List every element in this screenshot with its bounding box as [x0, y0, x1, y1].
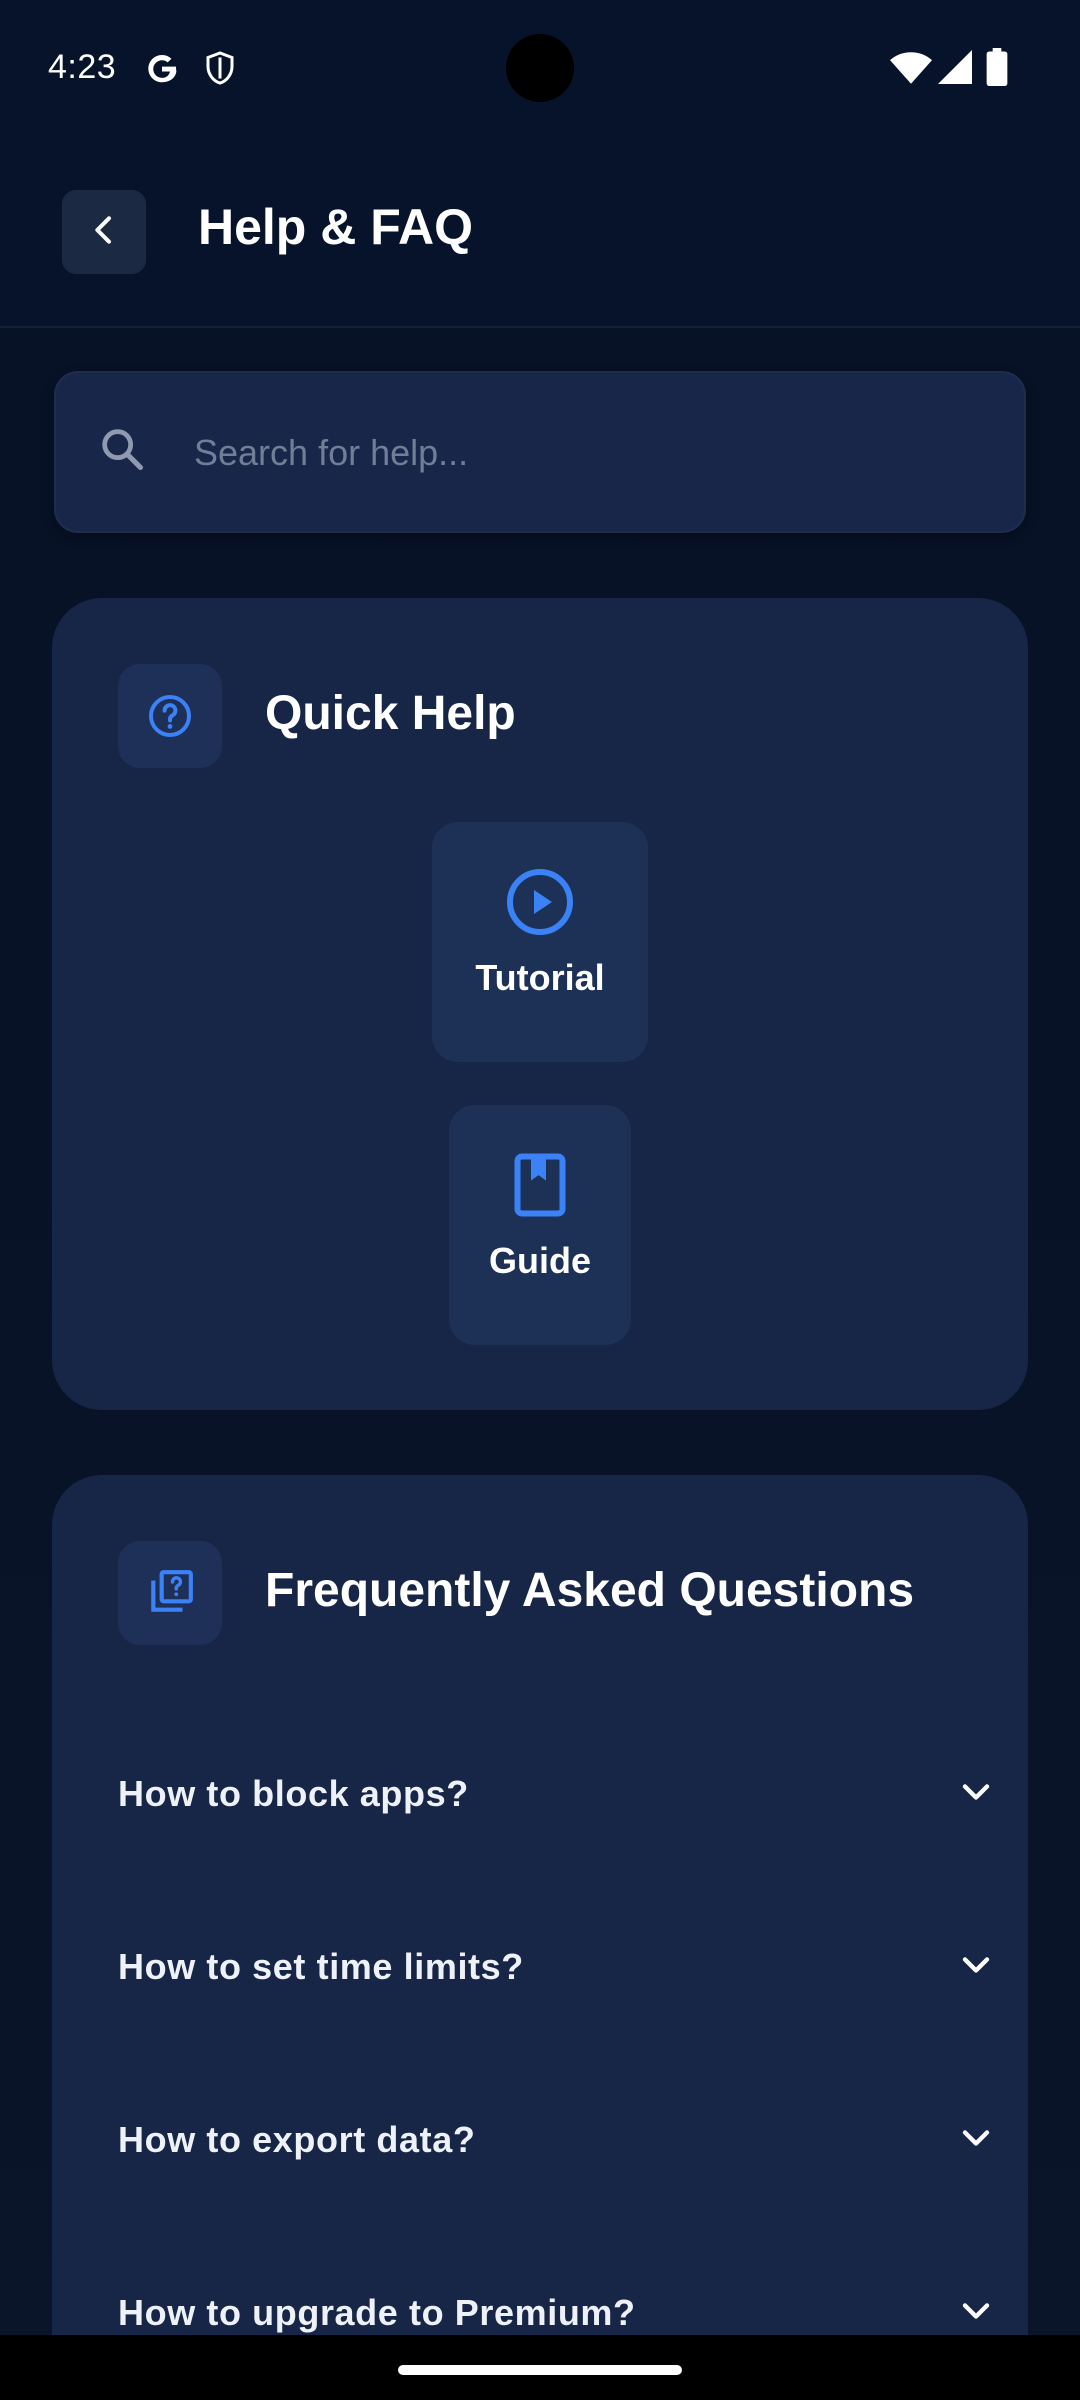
status-time: 4:23	[48, 48, 117, 86]
battery-icon	[986, 48, 1008, 91]
faq-question: How to export data?	[118, 2119, 476, 2160]
guide-button[interactable]: Guide	[449, 1105, 631, 1345]
search-icon	[96, 423, 148, 480]
faq-card: Frequently Asked Questions How to block …	[52, 1475, 1028, 2400]
tutorial-label: Tutorial	[475, 957, 605, 998]
book-icon	[504, 1149, 576, 1226]
faq-question: How to set time limits?	[118, 1946, 524, 1987]
chevron-left-icon	[84, 210, 124, 255]
app-bar: Help & FAQ	[0, 138, 1080, 328]
search-input[interactable]	[194, 413, 974, 493]
faq-question: How to upgrade to Premium?	[118, 2292, 636, 2333]
status-bar: 4:23	[0, 0, 1080, 138]
faq-item-time-limits[interactable]: How to set time limits?	[118, 1902, 998, 2032]
signal-icon	[938, 50, 972, 89]
home-gesture-handle[interactable]	[398, 2365, 682, 2375]
guide-label: Guide	[488, 1240, 591, 1281]
back-button[interactable]	[62, 190, 146, 274]
tutorial-button[interactable]: Tutorial	[432, 822, 648, 1062]
shield-icon	[202, 50, 238, 91]
chevron-down-icon	[954, 1770, 998, 1819]
help-faq-screen: 4:23 Help & FAQ Search for help... Quick…	[0, 0, 1080, 2400]
faq-item-block-apps[interactable]: How to block apps?	[118, 1729, 998, 1859]
chevron-down-icon	[954, 2116, 998, 2165]
faq-item-export-data[interactable]: How to export data?	[118, 2075, 998, 2205]
play-circle-icon	[504, 866, 576, 943]
wifi-icon	[890, 50, 932, 91]
front-camera	[506, 34, 574, 102]
chevron-down-icon	[954, 2289, 998, 2338]
faq-title: Frequently Asked Questions	[265, 1564, 915, 1617]
faq-question: How to block apps?	[118, 1773, 469, 1814]
search-bar[interactable]	[54, 371, 1026, 533]
system-navigation-bar	[0, 2335, 1080, 2400]
quick-help-title: Quick Help	[265, 687, 516, 740]
page-title: Help & FAQ	[198, 199, 474, 255]
chevron-down-icon	[954, 1943, 998, 1992]
quick-help-card: Quick Help Tutorial Guide	[52, 598, 1028, 1410]
quiz-icon	[118, 1541, 222, 1645]
google-icon	[144, 50, 180, 91]
help-circle-icon	[118, 664, 222, 768]
